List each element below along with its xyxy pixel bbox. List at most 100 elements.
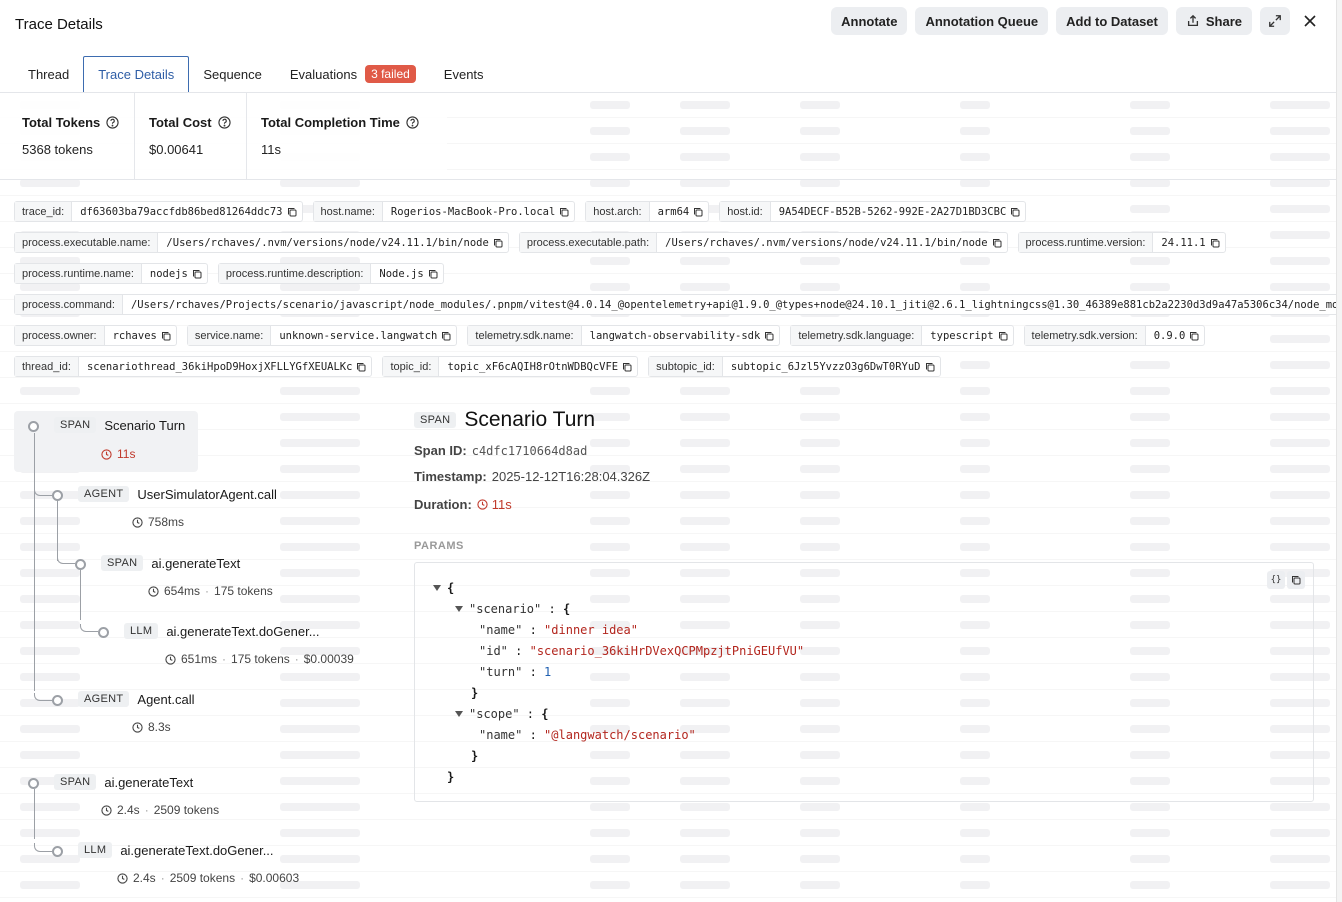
attribute-value: subtopic_6Jzl5YvzzO3g6DwT0RYuD <box>723 357 940 376</box>
tree-node-ai-generate-text-do-generate-2[interactable]: LLM ai.generateText.doGener... <box>78 842 274 858</box>
attribute-chip: trace_id: df63603ba79accfdb86bed81264ddc7… <box>14 201 303 222</box>
copy-icon[interactable] <box>356 362 366 372</box>
attribute-value: Rogerios-MacBook-Pro.local <box>383 202 574 221</box>
attribute-row: process.executable.name: /Users/rchaves/.… <box>14 232 1340 253</box>
copy-json-button[interactable] <box>1287 571 1305 589</box>
stat-total-cost: Total Cost $0.00641 <box>135 93 247 179</box>
stats-bar: Total Tokens 5368 tokens Total Cost $0.0… <box>0 93 447 179</box>
attribute-row: process.owner: rchaves service.name: unknow… <box>14 325 1340 346</box>
copy-icon[interactable] <box>925 362 935 372</box>
node-meta: 651ms · 175 tokens · $0.00039 <box>165 652 354 666</box>
copy-icon[interactable] <box>161 331 171 341</box>
detail-title: Scenario Turn <box>464 408 596 431</box>
node-duration: 2.4s <box>117 803 140 817</box>
node-kind: AGENT <box>78 691 130 707</box>
copy-icon[interactable] <box>192 269 202 279</box>
attribute-chip: host.arch: arm64 <box>585 201 710 222</box>
attribute-value-text: /Users/rchaves/.nvm/versions/node/v24.11… <box>665 236 988 249</box>
node-name: Agent.call <box>137 691 195 707</box>
node-meta: 758ms <box>132 515 184 529</box>
node-name: ai.generateText <box>151 555 241 571</box>
scrollbar-edge <box>1336 0 1342 902</box>
attribute-row: thread_id: scenariothread_36kiHpoD9HoxjXF… <box>14 356 1340 377</box>
tab-trace-details[interactable]: Trace Details <box>83 56 190 92</box>
attribute-chip: process.owner: rchaves <box>14 325 177 346</box>
tree-node-ai-generate-text[interactable]: SPAN ai.generateText <box>101 555 240 571</box>
copy-icon[interactable] <box>441 331 451 341</box>
node-dot <box>52 695 63 706</box>
attribute-chip: process.runtime.description: Node.js <box>217 263 444 284</box>
close-button[interactable] <box>1298 7 1322 35</box>
timestamp-row: Timestamp: 2025-12-12T16:28:04.326Z <box>414 469 1314 484</box>
tree-connector <box>80 624 98 632</box>
tab-thread[interactable]: Thread <box>14 56 83 92</box>
collapse-toggle-icon[interactable] <box>455 605 463 612</box>
expand-button[interactable] <box>1260 7 1290 35</box>
tree-node-user-simulator-agent[interactable]: AGENT UserSimulatorAgent.call <box>78 486 277 502</box>
copy-icon[interactable] <box>992 238 1002 248</box>
timestamp-value: 2025-12-12T16:28:04.326Z <box>491 469 651 484</box>
attribute-value: typescript <box>922 326 1012 345</box>
attribute-key: process.runtime.version: <box>1018 233 1154 252</box>
tree-connector <box>57 555 75 564</box>
tab-evaluations-label: Evaluations <box>289 66 358 82</box>
help-icon[interactable] <box>217 116 231 129</box>
collapse-toggle-icon[interactable] <box>455 710 463 717</box>
attribute-key: process.runtime.description: <box>218 264 372 283</box>
attributes-panel: trace_id: df63603ba79accfdb86bed81264ddc7… <box>14 201 1342 387</box>
tree-node-scenario-turn[interactable]: SPAN Scenario Turn <box>54 417 185 433</box>
tree-node-agent-call[interactable]: AGENT Agent.call <box>78 691 195 707</box>
node-tokens: 175 tokens <box>231 652 290 666</box>
node-duration: 8.3s <box>148 720 171 734</box>
attribute-value: /Users/rchaves/Projects/scenario/javascr… <box>123 295 1342 314</box>
tab-events[interactable]: Events <box>430 56 498 92</box>
help-icon[interactable] <box>406 116 419 129</box>
copy-icon[interactable] <box>622 362 632 372</box>
annotation-queue-button[interactable]: Annotation Queue <box>915 7 1049 35</box>
copy-icon[interactable] <box>764 331 774 341</box>
attribute-value-text: 24.11.1 <box>1161 236 1206 249</box>
help-icon[interactable] <box>106 116 119 129</box>
copy-icon[interactable] <box>693 207 703 217</box>
attribute-value: 24.11.1 <box>1153 233 1224 252</box>
toggle-json-button[interactable]: {} <box>1267 571 1285 589</box>
attribute-chip: process.executable.path: /Users/rchaves/.… <box>518 232 1008 253</box>
annotate-button[interactable]: Annotate <box>831 7 908 35</box>
attribute-key: host.id: <box>720 202 771 221</box>
copy-icon[interactable] <box>1189 331 1199 341</box>
failed-badge: 3 failed <box>365 65 416 83</box>
share-button[interactable]: Share <box>1175 7 1252 35</box>
attribute-value: scenariothread_36kiHpoD9HoxjXFLLYGfXEUAL… <box>79 357 372 376</box>
params-json-viewer[interactable]: {} { "scenario" : { "name" : "dinner ide… <box>414 562 1314 802</box>
stat-total-time: Total Completion Time 11s <box>247 93 447 179</box>
collapse-toggle-icon[interactable] <box>433 584 441 591</box>
attribute-key: service.name: <box>187 326 272 345</box>
tree-connector <box>57 501 58 561</box>
copy-icon[interactable] <box>428 269 438 279</box>
copy-icon[interactable] <box>493 238 503 248</box>
node-cost: $0.00039 <box>303 652 354 666</box>
node-meta: 654ms · 175 tokens <box>148 584 273 598</box>
copy-icon[interactable] <box>998 331 1008 341</box>
copy-icon[interactable] <box>287 207 297 217</box>
tab-sequence[interactable]: Sequence <box>189 56 276 92</box>
attribute-value-text: langwatch-observability-sdk <box>589 329 761 342</box>
copy-icon[interactable] <box>1010 207 1020 217</box>
tree-node-ai-generate-text-do-generate[interactable]: LLM ai.generateText.doGener... <box>124 623 320 639</box>
clock-icon <box>117 872 128 884</box>
add-to-dataset-button[interactable]: Add to Dataset <box>1056 7 1168 35</box>
attribute-value-text: Rogerios-MacBook-Pro.local <box>390 205 556 218</box>
tree-node-ai-generate-text-2[interactable]: SPAN ai.generateText <box>54 774 193 790</box>
copy-icon[interactable] <box>1210 238 1220 248</box>
header-actions: Annotate Annotation Queue Add to Dataset… <box>831 7 1322 35</box>
attribute-value: Node.js <box>371 264 442 283</box>
node-dot <box>98 627 109 638</box>
attribute-value-text: rchaves <box>112 329 157 342</box>
attribute-chip: telemetry.sdk.language: typescript <box>790 325 1014 346</box>
tab-evaluations[interactable]: Evaluations 3 failed <box>276 56 430 92</box>
stat-total-cost-label: Total Cost <box>149 115 212 130</box>
attribute-value: langwatch-observability-sdk <box>582 326 780 345</box>
copy-icon[interactable] <box>559 207 569 217</box>
node-tokens: 175 tokens <box>214 584 273 598</box>
span-id-label: Span ID: <box>414 443 467 458</box>
